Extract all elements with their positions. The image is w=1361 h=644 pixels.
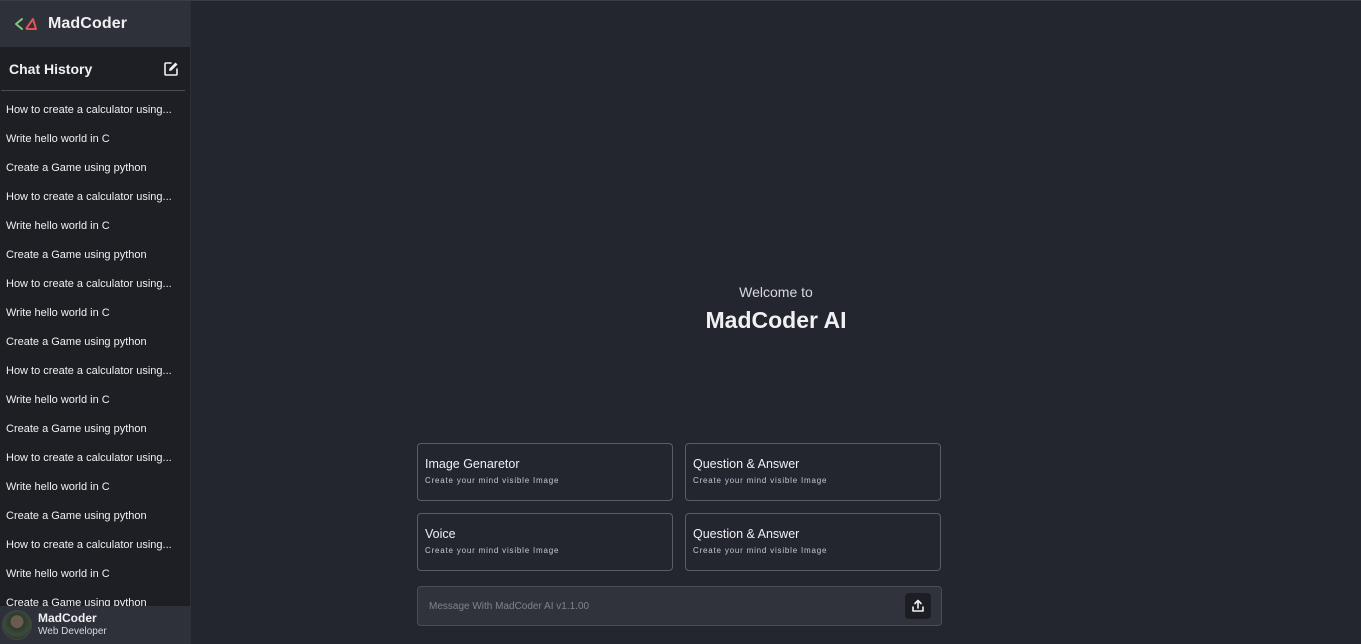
profile-role: Web Developer [38,626,107,637]
history-item[interactable]: How to create a calculator using... [0,531,190,560]
history-item[interactable]: Write hello world in C [0,299,190,328]
welcome-title: MadCoder AI [705,307,847,333]
history-item[interactable]: Create a Game using python [0,154,190,183]
history-item[interactable]: Write hello world in C [0,473,190,502]
history-item[interactable]: Write hello world in C [0,125,190,154]
brand-header[interactable]: MadCoder [0,1,190,47]
history-item[interactable]: Create a Game using python [0,415,190,444]
chat-history-header: Chat History [1,47,185,91]
card-subtitle: Create your mind visible Image [693,476,828,485]
history-item[interactable]: Create a Game using python [0,589,190,606]
history-item[interactable]: Write hello world in C [0,386,190,415]
chat-history-list: How to create a calculator using... Writ… [0,96,190,606]
user-profile[interactable]: MadCoder Web Developer [0,606,191,644]
card-subtitle: Create your mind visible Image [693,546,828,555]
history-item[interactable]: How to create a calculator using... [0,183,190,212]
history-item[interactable]: Write hello world in C [0,560,190,589]
message-input[interactable] [429,600,869,612]
brand-name: MadCoder [48,15,128,32]
card-subtitle: Create your mind visible Image [425,546,560,555]
card-subtitle: Create your mind visible Image [425,476,560,485]
upload-icon [912,599,924,612]
send-button[interactable] [905,593,931,619]
history-item[interactable]: Create a Game using python [0,502,190,531]
history-item[interactable]: Create a Game using python [0,328,190,357]
history-item[interactable]: How to create a calculator using... [0,444,190,473]
code-logo-icon [14,16,40,32]
suggestion-card-question-answer[interactable]: Question & Answer Create your mind visib… [685,443,941,501]
edit-icon[interactable] [162,60,180,78]
history-item[interactable]: How to create a calculator using... [0,270,190,299]
suggestion-card-question-answer-2[interactable]: Question & Answer Create your mind visib… [685,513,941,571]
history-item[interactable]: How to create a calculator using... [0,357,190,386]
welcome-section: Welcome to MadCoder AI [191,283,1361,337]
history-item[interactable]: Create a Game using python [0,241,190,270]
history-item[interactable]: How to create a calculator using... [0,96,190,125]
suggestion-card-image-generator[interactable]: Image Genaretor Create your mind visible… [417,443,673,501]
message-composer [417,586,942,626]
welcome-subtitle: Welcome to [739,284,813,300]
profile-name: MadCoder [38,611,97,625]
history-item[interactable]: Write hello world in C [0,212,190,241]
sidebar: MadCoder Chat History How to create a ca… [0,1,191,644]
card-title: Question & Answer [693,457,800,471]
card-title: Question & Answer [693,527,800,541]
card-title: Voice [425,527,456,541]
suggestion-card-voice[interactable]: Voice Create your mind visible Image [417,513,673,571]
card-title: Image Genaretor [425,457,520,471]
chat-history-title: Chat History [9,60,93,77]
avatar [2,610,32,640]
